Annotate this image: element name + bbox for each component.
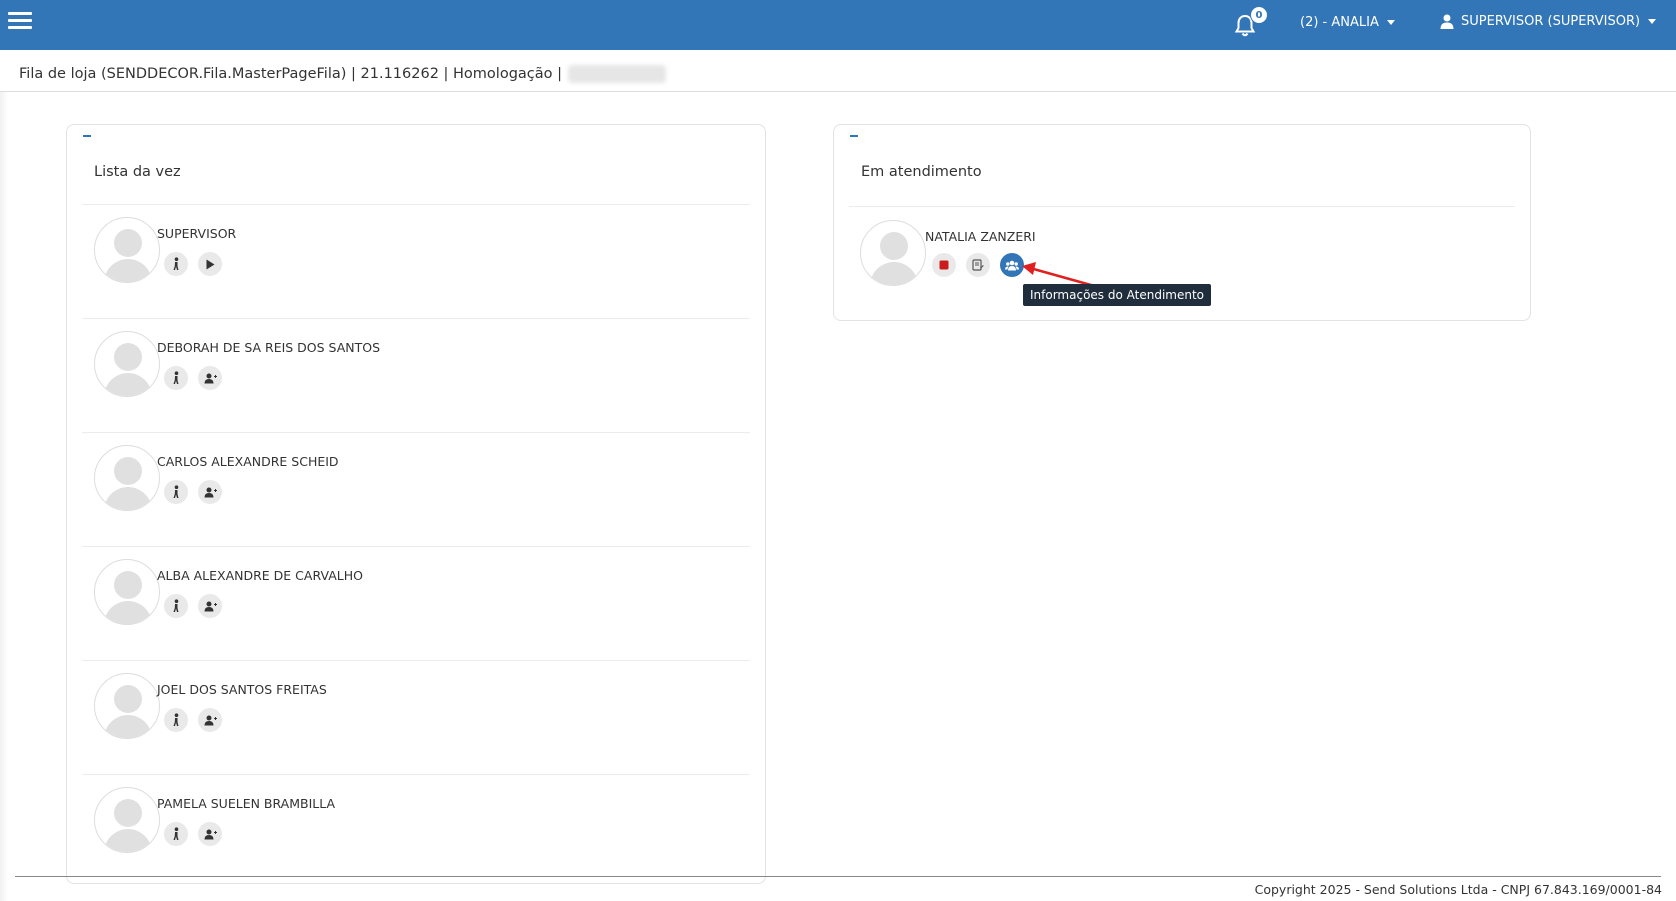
notes-icon <box>972 259 984 271</box>
play-button[interactable] <box>198 252 222 276</box>
hamburger-menu-icon[interactable] <box>8 12 34 32</box>
user-icon <box>1440 14 1454 29</box>
queue-row: PAMELA SUELEN BRAMBILLA <box>82 775 750 883</box>
user-menu-label: SUPERVISOR (SUPERVISOR) <box>1461 14 1641 29</box>
queue-person-name: ALBA ALEXANDRE DE CARVALHO <box>157 568 363 583</box>
walk-icon <box>171 713 181 727</box>
walk-button[interactable] <box>164 708 188 732</box>
avatar <box>94 787 160 853</box>
user-plus-icon <box>204 715 217 726</box>
page-title-bar: Fila de loja (SENDDECOR.Fila.MasterPageF… <box>0 50 1676 92</box>
page-title: Fila de loja (SENDDECOR.Fila.MasterPageF… <box>19 66 563 82</box>
queue-panel-title: Lista da vez <box>94 164 181 180</box>
store-selector[interactable]: (2) - ANALIA <box>1300 15 1395 30</box>
walk-button[interactable] <box>164 480 188 504</box>
user-plus-button[interactable] <box>198 708 222 732</box>
user-plus-icon <box>204 601 217 612</box>
walk-button[interactable] <box>164 252 188 276</box>
queue-person-name: DEBORAH DE SA REIS DOS SANTOS <box>157 340 381 355</box>
queue-person-name: PAMELA SUELEN BRAMBILLA <box>157 796 336 811</box>
collapse-icon[interactable] <box>850 135 858 137</box>
walk-button[interactable] <box>164 822 188 846</box>
notes-button[interactable] <box>966 253 990 277</box>
queue-person-name: CARLOS ALEXANDRE SCHEID <box>157 454 339 469</box>
notification-count-badge: 0 <box>1250 6 1268 24</box>
queue-person-name: JOEL DOS SANTOS FREITAS <box>157 682 327 697</box>
queue-row: CARLOS ALEXANDRE SCHEID <box>82 433 750 547</box>
footer-copyright: Copyright 2025 - Send Solutions Ltda - C… <box>1254 882 1662 897</box>
user-plus-button[interactable] <box>198 480 222 504</box>
queue-panel: Lista da vez SUPERVISOR DEBORAH DE SA REI… <box>66 124 766 884</box>
attending-person-name: NATALIA ZANZERI <box>925 229 1036 244</box>
user-plus-button[interactable] <box>198 366 222 390</box>
walk-icon <box>171 599 181 613</box>
stop-icon <box>939 260 949 270</box>
user-plus-icon <box>204 487 217 498</box>
avatar <box>94 217 160 283</box>
queue-person-name: SUPERVISOR <box>157 226 237 241</box>
users-icon <box>1005 260 1019 271</box>
walk-icon <box>171 371 181 385</box>
walk-icon <box>171 257 181 271</box>
walk-button[interactable] <box>164 366 188 390</box>
caret-down-icon <box>1386 20 1395 25</box>
avatar <box>94 445 160 511</box>
left-edge-shadow <box>0 92 8 901</box>
user-menu[interactable]: SUPERVISOR (SUPERVISOR) <box>1440 14 1657 29</box>
walk-icon <box>171 485 181 499</box>
user-plus-button[interactable] <box>198 822 222 846</box>
caret-down-icon <box>1648 19 1657 24</box>
footer-divider <box>15 876 1661 877</box>
collapse-icon[interactable] <box>83 135 91 137</box>
queue-row: ALBA ALEXANDRE DE CARVALHO <box>82 547 750 661</box>
tooltip: Informações do Atendimento <box>1023 284 1212 306</box>
avatar <box>94 559 160 625</box>
avatar <box>860 220 926 286</box>
avatar <box>94 673 160 739</box>
play-icon <box>205 259 215 270</box>
walk-button[interactable] <box>164 594 188 618</box>
walk-icon <box>171 827 181 841</box>
queue-row: JOEL DOS SANTOS FREITAS <box>82 661 750 775</box>
stop-button[interactable] <box>932 253 956 277</box>
store-selector-label: (2) - ANALIA <box>1300 15 1379 30</box>
queue-row: DEBORAH DE SA REIS DOS SANTOS <box>82 319 750 433</box>
queue-row: SUPERVISOR <box>82 205 750 319</box>
redacted-field <box>568 65 667 83</box>
top-navbar: 0 (2) - ANALIA SUPERVISOR (SUPERVISOR) <box>0 0 1676 50</box>
attending-panel-title: Em atendimento <box>861 164 982 180</box>
user-plus-icon <box>204 829 217 840</box>
user-plus-button[interactable] <box>198 594 222 618</box>
user-plus-icon <box>204 373 217 384</box>
avatar <box>94 331 160 397</box>
